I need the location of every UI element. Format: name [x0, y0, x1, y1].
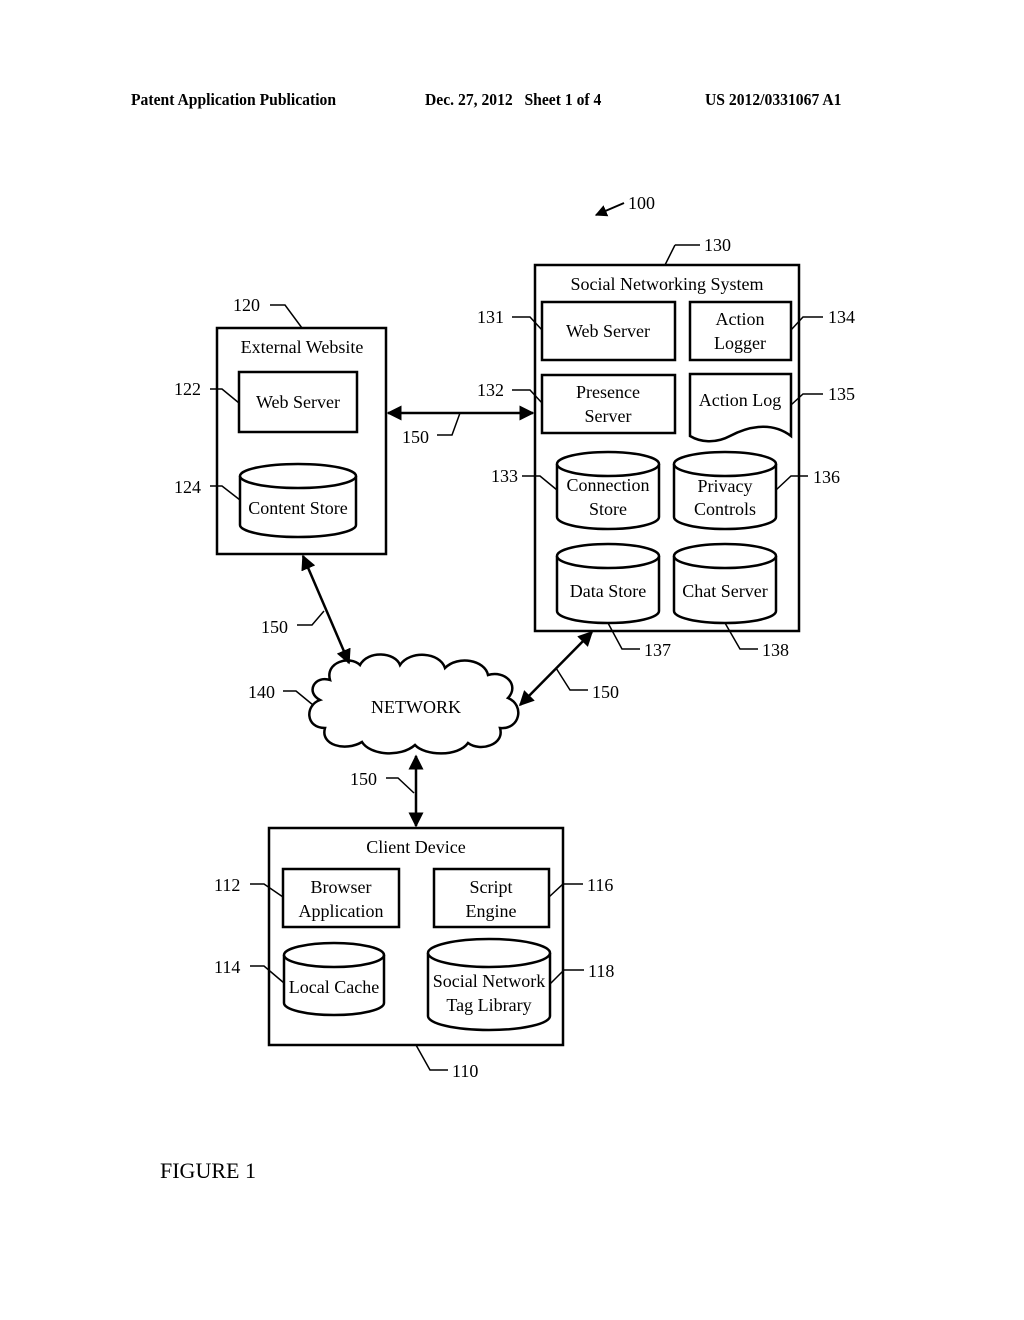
ref-138: 138 — [762, 640, 789, 660]
connection-store-line1: Connection — [567, 475, 650, 495]
ref-132: 132 — [477, 380, 504, 400]
ref-120: 120 — [233, 295, 260, 315]
reference-arrow-icon — [594, 202, 625, 217]
ref-133: 133 — [491, 466, 518, 486]
action-logger-line1: Action — [716, 309, 765, 329]
local-cache-label: Local Cache — [289, 977, 379, 997]
browser-application-line1: Browser — [311, 877, 372, 897]
external-website: 120 External Website Web Server 122 Cont… — [174, 295, 388, 556]
sns-title: Social Networking System — [571, 274, 764, 294]
action-log-label: Action Log — [699, 390, 782, 410]
ref-150-d: 150 — [350, 769, 377, 789]
system-diagram: 100 130 Social Networking System Web Ser… — [174, 193, 855, 1081]
ref-150-b: 150 — [261, 617, 288, 637]
ref-150-c: 150 — [592, 682, 619, 702]
connection-ext-network — [301, 554, 351, 665]
client-device-title: Client Device — [366, 837, 465, 857]
chat-server-label: Chat Server — [682, 581, 767, 601]
connection-store-line2: Store — [589, 499, 627, 519]
presence-server-line1: Presence — [576, 382, 640, 402]
network-label: NETWORK — [371, 697, 461, 717]
leader-150-b — [297, 610, 325, 626]
ref-135: 135 — [828, 384, 855, 404]
ref-140: 140 — [248, 682, 275, 702]
data-store-label: Data Store — [570, 581, 646, 601]
script-engine-line1: Script — [470, 877, 513, 897]
privacy-controls-line1: Privacy — [698, 476, 753, 496]
sns-web-server-label: Web Server — [566, 321, 650, 341]
leader-120 — [270, 304, 303, 329]
ref-114: 114 — [214, 957, 240, 977]
script-engine-line2: Engine — [466, 901, 517, 921]
leader-140 — [283, 690, 314, 706]
content-store-label: Content Store — [248, 498, 348, 518]
leader-150-a — [437, 412, 461, 436]
leader-150-d — [386, 777, 415, 794]
tag-library-line1: Social Network — [433, 971, 545, 991]
browser-application-line2: Application — [299, 901, 384, 921]
ext-web-server-label: Web Server — [256, 392, 340, 412]
tag-library-line2: Tag Library — [446, 995, 531, 1015]
ref-150-a: 150 — [402, 427, 429, 447]
ref-134: 134 — [828, 307, 855, 327]
ref-124: 124 — [174, 477, 201, 497]
ref-100: 100 — [628, 193, 655, 213]
client-device: Client Device 110 Browser Application 11… — [214, 826, 614, 1081]
ref-136: 136 — [813, 467, 840, 487]
leader-130 — [664, 244, 700, 266]
network-cloud: NETWORK — [308, 653, 520, 755]
ref-118: 118 — [588, 961, 614, 981]
presence-server-line2: Server — [585, 406, 632, 426]
action-logger-line2: Logger — [714, 333, 766, 353]
ref-130: 130 — [704, 235, 731, 255]
ref-131: 131 — [477, 307, 504, 327]
system-reference-100: 100 — [594, 193, 655, 217]
leader-150-c — [555, 667, 588, 691]
ref-116: 116 — [587, 875, 613, 895]
privacy-controls-line2: Controls — [694, 499, 756, 519]
leader-110 — [415, 1044, 448, 1071]
external-website-title: External Website — [241, 337, 364, 357]
ref-137: 137 — [644, 640, 671, 660]
social-networking-system: 130 Social Networking System Web Server … — [477, 235, 855, 660]
figure-label: FIGURE 1 — [160, 1158, 256, 1183]
ref-110: 110 — [452, 1061, 478, 1081]
ref-122: 122 — [174, 379, 201, 399]
ref-112: 112 — [214, 875, 240, 895]
